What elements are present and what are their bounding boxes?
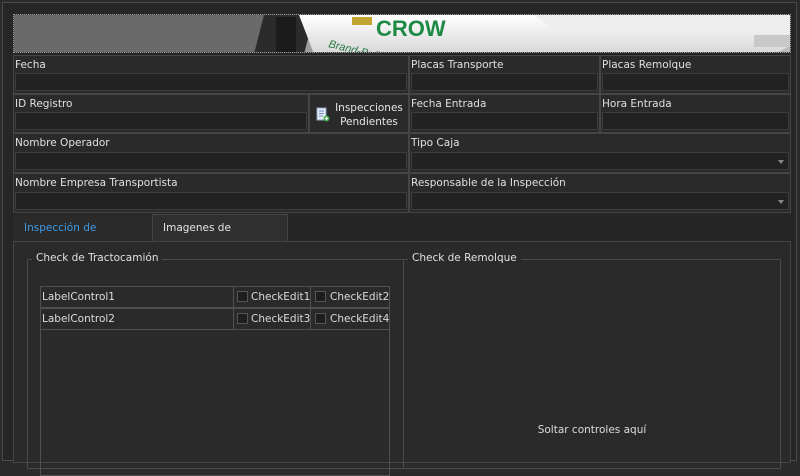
dropdown-arrow-icon[interactable]	[778, 160, 784, 164]
check-tractocamion-group: Check de Tractocamión LabelControl1 Chec…	[27, 252, 404, 476]
checkedit3-cell[interactable]: CheckEdit3	[233, 308, 311, 330]
checkedit2-label: CheckEdit2	[330, 291, 390, 303]
responsable-dropdown[interactable]	[411, 192, 789, 210]
tipo-caja-label: Tipo Caja	[411, 137, 460, 149]
tab-inspeccion-seguridad[interactable]: Inspección de Seguridad	[13, 214, 152, 261]
inspecciones-pendientes-label: Inspecciones Pendientes	[332, 101, 406, 129]
tab-imagenes-inspeccion[interactable]: Imagenes de Inspección	[152, 214, 288, 261]
dropdown-arrow-icon[interactable]	[778, 200, 784, 204]
nombre-operador-input[interactable]	[15, 152, 407, 170]
placas-remolque-label: Placas Remolque	[602, 59, 692, 71]
fecha-entrada-input[interactable]	[411, 112, 598, 130]
check-tractocamion-title: Check de Tractocamión	[32, 252, 163, 264]
nombre-empresa-label: Nombre Empresa Transportista	[15, 177, 178, 189]
banner-logo-text: CROW	[376, 16, 446, 41]
id-registro-input[interactable]	[15, 112, 307, 130]
checkedit4-cell[interactable]: CheckEdit4	[310, 308, 390, 330]
button-label-line2: Pendientes	[340, 116, 398, 128]
checkedit1-label: CheckEdit1	[251, 291, 311, 303]
hora-entrada-label: Hora Entrada	[602, 98, 672, 110]
check-remolque-group: Check de Remolque Soltar controles aquí	[403, 252, 781, 469]
document-add-icon	[316, 107, 330, 122]
id-registro-label: ID Registro	[15, 98, 73, 110]
checkbox-icon[interactable]	[315, 313, 326, 324]
checkedit4-label: CheckEdit4	[330, 313, 390, 325]
truck-banner-illustration: CROW Brand-Buil	[14, 15, 790, 52]
nombre-operador-label: Nombre Operador	[15, 137, 110, 149]
label-control-2-cell: LabelControl2	[40, 308, 234, 330]
checkbox-icon[interactable]	[237, 291, 248, 302]
checkedit3-label: CheckEdit3	[251, 313, 311, 325]
button-label-line1: Inspecciones	[335, 102, 403, 114]
nombre-empresa-field-group: Nombre Empresa Transportista	[13, 173, 409, 213]
placas-transporte-input[interactable]	[411, 73, 598, 91]
tab-page-inspeccion-seguridad: Check de Tractocamión LabelControl1 Chec…	[13, 241, 791, 476]
fecha-entrada-label: Fecha Entrada	[411, 98, 487, 110]
drop-controls-placeholder: Soltar controles aquí	[537, 424, 647, 436]
tipo-caja-dropdown[interactable]	[411, 152, 789, 170]
checkedit1-cell[interactable]: CheckEdit1	[233, 286, 311, 308]
check-remolque-title: Check de Remolque	[408, 252, 521, 264]
nombre-operador-field-group: Nombre Operador	[13, 133, 409, 173]
tipo-caja-field-group: Tipo Caja	[409, 133, 791, 173]
inspecciones-pendientes-button[interactable]: Inspecciones Pendientes	[309, 94, 409, 133]
placas-transporte-label: Placas Transporte	[411, 59, 504, 71]
responsable-field-group: Responsable de la Inspección	[409, 173, 791, 213]
header-banner-image: CROW Brand-Buil	[13, 14, 791, 53]
responsable-label: Responsable de la Inspección	[411, 177, 566, 189]
placas-remolque-input[interactable]	[602, 73, 789, 91]
checkbox-icon[interactable]	[315, 291, 326, 302]
hora-entrada-input[interactable]	[602, 112, 789, 130]
label-control-1: LabelControl1	[42, 291, 115, 303]
placas-remolque-field-group: Placas Remolque	[600, 55, 791, 94]
fecha-entrada-field-group: Fecha Entrada	[409, 94, 600, 133]
checkedit2-cell[interactable]: CheckEdit2	[310, 286, 390, 308]
nombre-empresa-input[interactable]	[15, 192, 407, 210]
label-control-2: LabelControl2	[42, 313, 115, 325]
fecha-input[interactable]	[15, 73, 407, 91]
fecha-label: Fecha	[15, 59, 46, 71]
id-registro-field-group: ID Registro	[13, 94, 309, 133]
inspection-tab-control: Inspección de Seguridad Imagenes de Insp…	[13, 213, 791, 476]
label-control-1-cell: LabelControl1	[40, 286, 234, 308]
fecha-field-group: Fecha	[13, 55, 409, 94]
placas-transporte-field-group: Placas Transporte	[409, 55, 600, 94]
hora-entrada-field-group: Hora Entrada	[600, 94, 791, 133]
checkbox-icon[interactable]	[237, 313, 248, 324]
